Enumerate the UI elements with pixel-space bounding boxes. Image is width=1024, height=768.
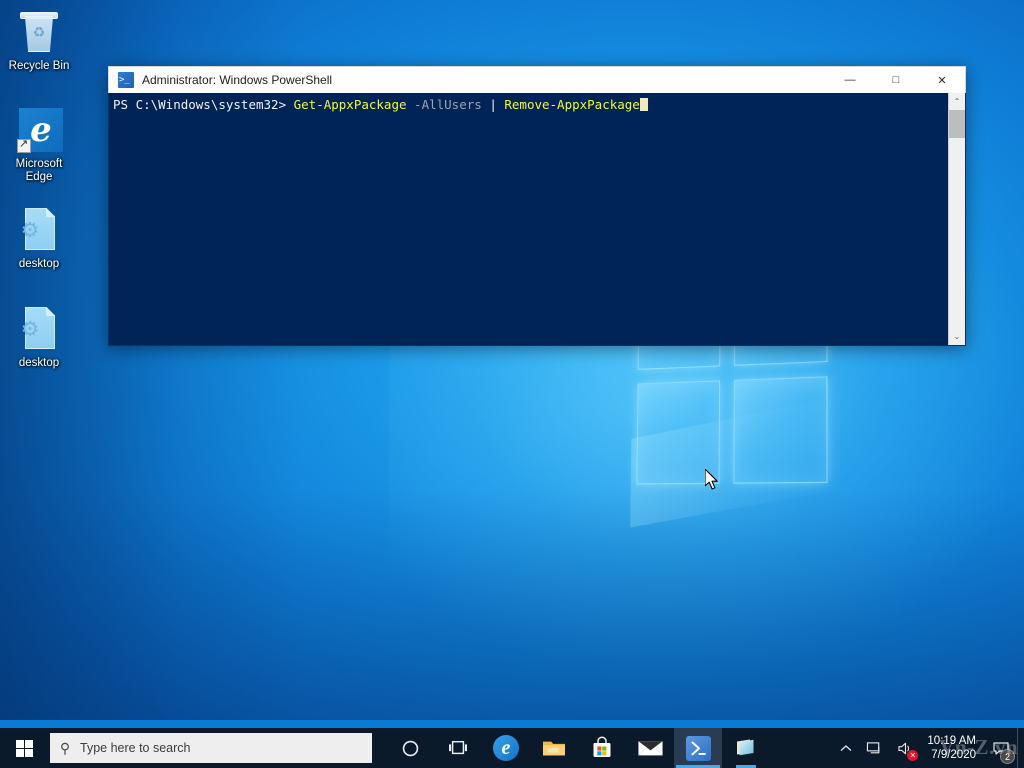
powershell-icon	[118, 72, 134, 88]
windows-logo-icon	[15, 739, 33, 757]
window-body: PS C:\Windows\system32> Get-AppxPackage …	[108, 93, 966, 346]
taskbar-item-file-explorer[interactable]	[530, 728, 578, 768]
ini-file-icon: ⚙	[15, 206, 63, 254]
console-cursor	[639, 98, 648, 111]
search-placeholder: Type here to search	[80, 741, 191, 755]
taskbar: ⚲ Type here to search e ✕ 10:19 AM 7/9/2…	[0, 728, 1024, 768]
window-title-bar[interactable]: Administrator: Windows PowerShell — □ ✕	[108, 66, 966, 93]
file-explorer-icon	[543, 741, 565, 756]
window-title: Administrator: Windows PowerShell	[142, 73, 333, 87]
taskbar-item-mail[interactable]	[626, 728, 674, 768]
taskbar-item-sticky-notes[interactable]	[722, 728, 770, 768]
desktop-icon-desktop-ini-1[interactable]: ⚙ desktop	[0, 206, 78, 271]
cortana-icon	[402, 740, 418, 756]
system-tray: ✕ 10:19 AM 7/9/2020 2	[833, 728, 1024, 768]
taskbar-item-powershell[interactable]	[674, 728, 722, 768]
scrollbar-down-arrow[interactable]: ⌄	[949, 328, 965, 345]
volume-muted-badge: ✕	[907, 750, 919, 761]
chevron-up-icon	[840, 744, 852, 751]
sticky-notes-icon	[737, 739, 754, 756]
show-hidden-icons-button[interactable]	[833, 728, 859, 768]
desktop-icon-label: Microsoft Edge	[15, 158, 63, 183]
desktop-icon-recycle-bin[interactable]: ♻ Recycle Bin	[0, 8, 78, 73]
scrollbar-track[interactable]	[949, 110, 965, 328]
taskbar-app-buttons: e	[386, 728, 770, 768]
scrollbar-thumb[interactable]	[949, 110, 965, 138]
recycle-bin-icon: ♻	[15, 8, 63, 56]
show-desktop-button[interactable]	[1017, 728, 1024, 768]
network-icon	[867, 741, 880, 753]
shortcut-arrow-icon	[17, 137, 31, 153]
search-icon: ⚲	[59, 739, 71, 756]
task-view-icon	[449, 740, 467, 755]
desktop-icon-microsoft-edge[interactable]: e Microsoft Edge	[0, 106, 78, 184]
console-command: Get-AppxPackage	[293, 97, 407, 112]
desktop-icon-label: Recycle Bin	[8, 60, 70, 72]
clock-date: 7/9/2020	[931, 749, 976, 761]
taskbar-item-microsoft-store[interactable]	[578, 728, 626, 768]
minimize-button[interactable]: —	[827, 67, 873, 93]
taskbar-item-cortana[interactable]	[386, 728, 434, 768]
store-icon	[593, 736, 611, 757]
taskbar-item-task-view[interactable]	[434, 728, 482, 768]
desktop-icon-label: desktop	[18, 258, 60, 270]
desktop-icon-desktop-ini-2[interactable]: ⚙ desktop	[0, 305, 78, 370]
clock-time: 10:19 AM	[927, 735, 976, 747]
ini-file-icon: ⚙	[15, 305, 63, 353]
powershell-icon	[685, 735, 711, 761]
console-scrollbar[interactable]: ⌃ ⌄	[948, 93, 965, 345]
console-parameter: -AllUsers	[406, 97, 490, 112]
volume-button[interactable]: ✕	[890, 728, 921, 768]
desktop-icon-label: desktop	[18, 357, 60, 369]
console-prompt: PS C:\Windows\system32>	[113, 97, 294, 112]
network-status-button[interactable]	[859, 728, 890, 768]
console-command-2: Remove-AppxPackage	[504, 97, 640, 112]
close-button[interactable]: ✕	[919, 67, 965, 93]
edge-icon: e	[493, 735, 519, 761]
console-output-area[interactable]: PS C:\Windows\system32> Get-AppxPackage …	[109, 93, 948, 345]
wallpaper-bottom-shade	[0, 490, 1024, 720]
scrollbar-up-arrow[interactable]: ⌃	[949, 93, 965, 110]
notification-count-badge: 2	[1000, 749, 1015, 764]
clock[interactable]: 10:19 AM 7/9/2020	[921, 728, 985, 768]
action-center-button[interactable]: 2	[985, 728, 1017, 768]
start-button[interactable]	[0, 728, 48, 768]
maximize-button[interactable]: □	[873, 67, 919, 93]
search-input[interactable]: ⚲ Type here to search	[50, 733, 372, 763]
microsoft-edge-icon: e	[15, 106, 63, 154]
console-pipe: |	[489, 97, 505, 112]
taskbar-item-microsoft-edge[interactable]: e	[482, 728, 530, 768]
powershell-window[interactable]: Administrator: Windows PowerShell — □ ✕ …	[108, 66, 966, 346]
mail-icon	[637, 741, 663, 756]
